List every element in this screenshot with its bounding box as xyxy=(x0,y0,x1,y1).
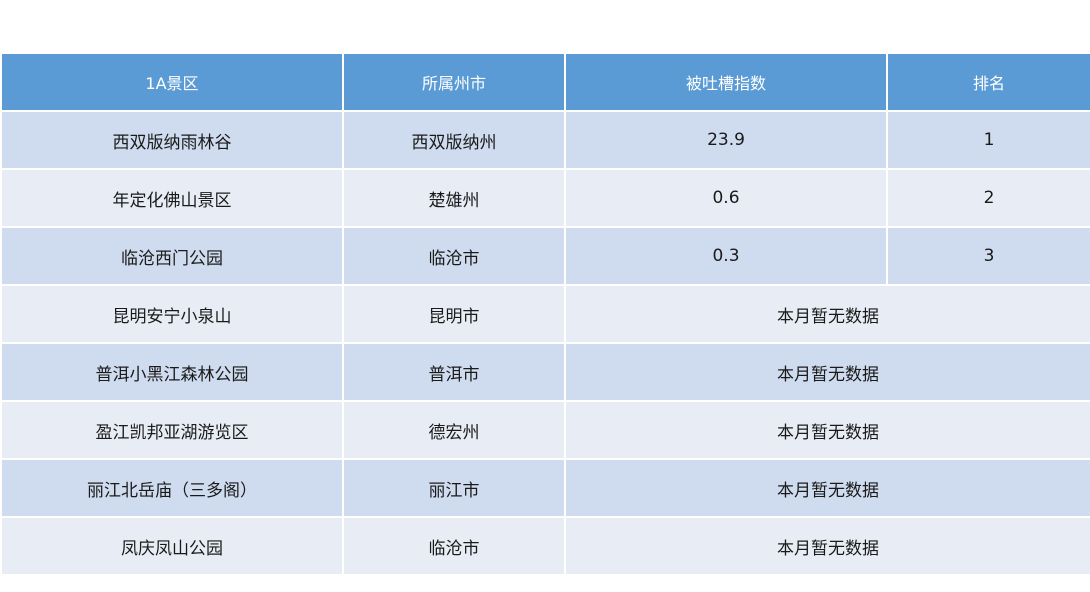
header-row: 1A景区 所属州市 被吐槽指数 排名 xyxy=(0,52,1090,112)
cell-scenic: 凤庆凤山公园 xyxy=(0,516,344,576)
ranking-table-container: 1A景区 所属州市 被吐槽指数 排名 西双版纳雨林谷 西双版纳州 23.9 1 … xyxy=(0,52,1090,576)
cell-city: 西双版纳州 xyxy=(342,110,566,170)
table-row: 西双版纳雨林谷 西双版纳州 23.9 1 xyxy=(0,110,1090,170)
header-complaint-index: 被吐槽指数 xyxy=(564,52,888,112)
cell-city: 临沧市 xyxy=(342,516,566,576)
table-row: 临沧西门公园 临沧市 0.3 3 xyxy=(0,226,1090,286)
cell-city: 昆明市 xyxy=(342,284,566,344)
table-row: 凤庆凤山公园 临沧市 本月暂无数据 xyxy=(0,516,1090,576)
cell-index: 0.6 xyxy=(564,168,888,228)
cell-city: 普洱市 xyxy=(342,342,566,402)
cell-scenic: 普洱小黑江森林公园 xyxy=(0,342,344,402)
cell-scenic: 年定化佛山景区 xyxy=(0,168,344,228)
cell-no-data: 本月暂无数据 xyxy=(564,400,1090,460)
table-row: 丽江北岳庙（三多阁） 丽江市 本月暂无数据 xyxy=(0,458,1090,518)
table-body: 西双版纳雨林谷 西双版纳州 23.9 1 年定化佛山景区 楚雄州 0.6 2 临… xyxy=(0,110,1090,576)
cell-no-data: 本月暂无数据 xyxy=(564,284,1090,344)
table-row: 盈江凯邦亚湖游览区 德宏州 本月暂无数据 xyxy=(0,400,1090,460)
cell-city: 楚雄州 xyxy=(342,168,566,228)
header-city: 所属州市 xyxy=(342,52,566,112)
cell-no-data: 本月暂无数据 xyxy=(564,516,1090,576)
cell-index: 0.3 xyxy=(564,226,888,286)
cell-scenic: 盈江凯邦亚湖游览区 xyxy=(0,400,344,460)
table-header: 1A景区 所属州市 被吐槽指数 排名 xyxy=(0,52,1090,112)
table-row: 普洱小黑江森林公园 普洱市 本月暂无数据 xyxy=(0,342,1090,402)
table-row: 年定化佛山景区 楚雄州 0.6 2 xyxy=(0,168,1090,228)
cell-scenic: 临沧西门公园 xyxy=(0,226,344,286)
header-scenic: 1A景区 xyxy=(0,52,344,112)
cell-rank: 1 xyxy=(886,110,1090,170)
cell-city: 临沧市 xyxy=(342,226,566,286)
cell-scenic: 西双版纳雨林谷 xyxy=(0,110,344,170)
cell-rank: 2 xyxy=(886,168,1090,228)
cell-scenic: 昆明安宁小泉山 xyxy=(0,284,344,344)
cell-index: 23.9 xyxy=(564,110,888,170)
ranking-table: 1A景区 所属州市 被吐槽指数 排名 西双版纳雨林谷 西双版纳州 23.9 1 … xyxy=(0,52,1090,576)
cell-no-data: 本月暂无数据 xyxy=(564,342,1090,402)
header-rank: 排名 xyxy=(886,52,1090,112)
cell-rank: 3 xyxy=(886,226,1090,286)
cell-city: 丽江市 xyxy=(342,458,566,518)
cell-city: 德宏州 xyxy=(342,400,566,460)
cell-scenic: 丽江北岳庙（三多阁） xyxy=(0,458,344,518)
table-row: 昆明安宁小泉山 昆明市 本月暂无数据 xyxy=(0,284,1090,344)
cell-no-data: 本月暂无数据 xyxy=(564,458,1090,518)
